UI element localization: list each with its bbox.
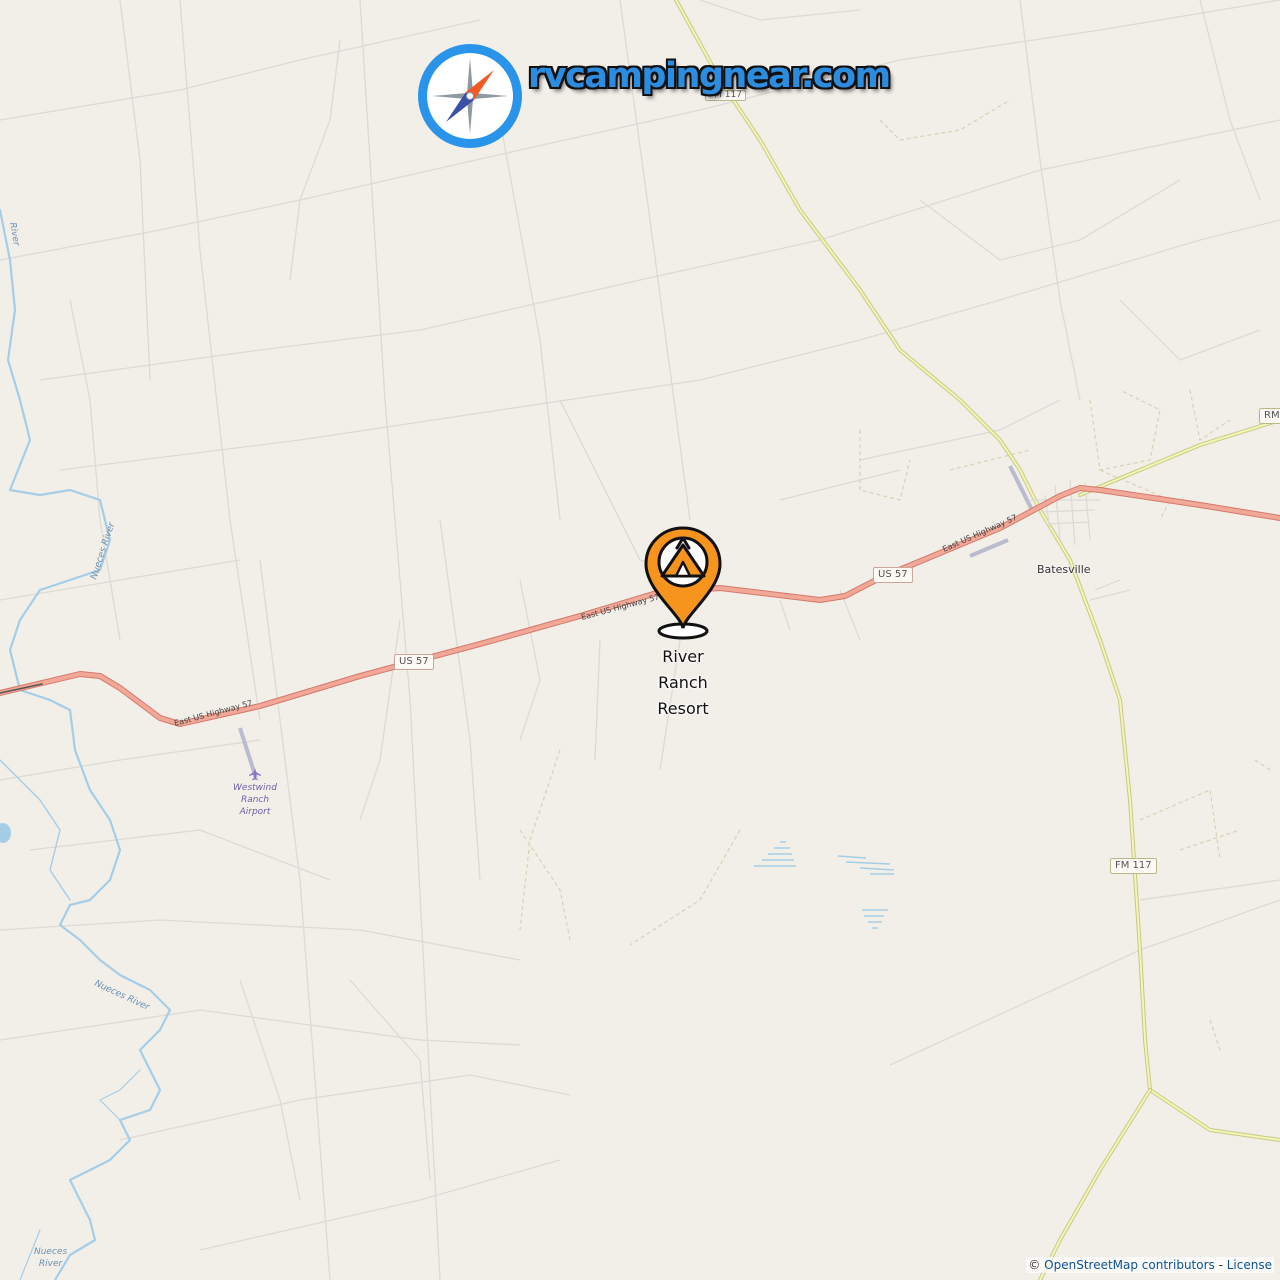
airport-label: Westwind Ranch Airport <box>226 782 284 818</box>
river-label-d: Nueces River <box>34 1246 67 1270</box>
attribution: © OpenStreetMap contributors - License <box>1026 1257 1274 1273</box>
poi-label-line-3: Resort <box>657 699 709 718</box>
poi-label[interactable]: River Ranch Resort <box>633 644 733 722</box>
town-label-batesville: Batesville <box>1037 563 1091 576</box>
us57-shield-east: US 57 <box>873 567 913 583</box>
license-link[interactable]: License <box>1227 1258 1272 1272</box>
tent-pin-icon[interactable] <box>636 524 730 644</box>
attribution-separator: - <box>1214 1258 1227 1272</box>
poi-label-line-1: River <box>662 647 704 666</box>
airport-label-line-1: Westwind <box>233 783 277 793</box>
attribution-prefix: © <box>1028 1258 1045 1272</box>
us57-shield-west: US 57 <box>394 654 434 670</box>
map-canvas[interactable]: East US Highway 57 East US Highway 57 Ea… <box>0 0 1280 1280</box>
airport-label-line-3: Airport <box>239 807 271 817</box>
fm117-shield: FM 117 <box>1110 858 1157 874</box>
brand-wordmark[interactable]: rvcampingnear.com <box>528 56 891 96</box>
osm-link[interactable]: OpenStreetMap contributors <box>1044 1258 1215 1272</box>
river-label-d-line-2: River <box>38 1259 63 1269</box>
poi-label-line-2: Ranch <box>658 673 708 692</box>
compass-icon[interactable] <box>414 40 526 152</box>
river-label-d-line-1: Nueces <box>34 1247 68 1257</box>
rm-shield: RM <box>1259 408 1280 424</box>
airport-label-line-2: Ranch <box>240 795 270 805</box>
